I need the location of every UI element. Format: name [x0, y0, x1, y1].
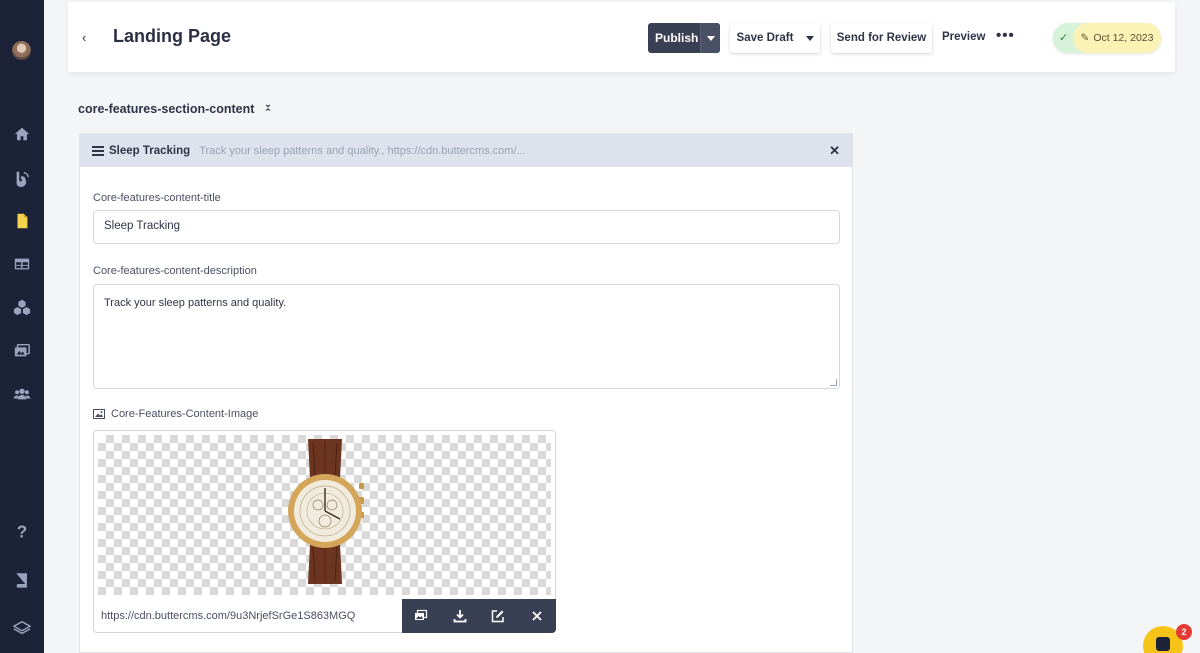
back-button[interactable]: ‹ — [82, 30, 94, 46]
description-field-label: Core-features-content-description — [93, 265, 257, 277]
image-uploader: https://cdn.buttercms.com/9u3NrjefSrGe1S… — [93, 430, 556, 633]
image-preview[interactable] — [98, 435, 551, 595]
description-textarea[interactable]: Track your sleep patterns and quality. — [93, 284, 840, 389]
collections-icon[interactable] — [12, 254, 32, 274]
home-icon[interactable] — [12, 124, 32, 144]
repeater-item-summary: Track your sleep patterns and quality., … — [199, 144, 526, 157]
page-header: ‹ Landing Page Publish Save Draft Send f… — [68, 2, 1175, 72]
drag-handle-icon[interactable] — [92, 145, 104, 156]
chevron-down-icon — [706, 35, 715, 41]
chevron-down-icon — [806, 35, 814, 41]
repeater-item: Sleep Tracking Track your sleep patterns… — [79, 133, 853, 653]
blog-icon[interactable] — [12, 168, 32, 188]
edit-icon[interactable] — [479, 599, 518, 633]
more-options-icon[interactable]: ••• — [996, 27, 1015, 44]
repeater-item-header[interactable]: Sleep Tracking Track your sleep patterns… — [80, 134, 852, 167]
check-icon: ✓ — [1059, 32, 1069, 44]
svg-text:?: ? — [17, 522, 27, 540]
scheduled-date-button[interactable]: ✎ Oct 12, 2023 — [1073, 23, 1161, 53]
media-icon[interactable] — [12, 341, 32, 361]
description-text: Track your sleep patterns and quality. — [104, 297, 287, 309]
watch-image — [288, 439, 364, 584]
book-icon[interactable] — [12, 570, 32, 590]
save-draft-button[interactable]: Save Draft — [730, 23, 820, 53]
title-input[interactable]: Sleep Tracking — [93, 210, 840, 244]
image-icon — [93, 409, 105, 419]
users-icon[interactable] — [12, 384, 32, 404]
components-icon[interactable] — [12, 297, 32, 317]
send-for-review-button[interactable]: Send for Review — [831, 23, 932, 53]
image-field-label-row: Core-Features-Content-Image — [93, 408, 258, 420]
preview-button[interactable]: Preview — [942, 31, 985, 43]
title-field-label: Core-features-content-title — [93, 192, 221, 204]
date-label: Oct 12, 2023 — [1093, 32, 1154, 44]
remove-image-icon[interactable] — [518, 599, 557, 633]
download-icon[interactable] — [441, 599, 480, 633]
publish-dropdown-button[interactable] — [700, 23, 720, 53]
layers-icon[interactable] — [12, 618, 32, 638]
pencil-icon: ✎ — [1080, 32, 1090, 44]
help-icon[interactable]: ? — [12, 521, 32, 541]
user-avatar[interactable] — [12, 41, 31, 60]
image-field-label: Core-Features-Content-Image — [111, 408, 259, 420]
sidebar: ? — [0, 0, 44, 653]
chat-icon — [1156, 637, 1170, 651]
publish-button[interactable]: Publish — [648, 23, 720, 53]
image-actions-toolbar — [402, 599, 556, 633]
gallery-icon[interactable] — [402, 599, 441, 633]
save-draft-label: Save Draft — [736, 32, 794, 44]
notification-badge: 2 — [1176, 624, 1192, 640]
image-url-input[interactable]: https://cdn.buttercms.com/9u3NrjefSrGe1S… — [94, 599, 402, 633]
chat-widget-button[interactable]: 2 — [1143, 624, 1192, 653]
pages-icon[interactable] — [12, 211, 32, 231]
save-draft-dropdown-button[interactable] — [800, 23, 820, 53]
page-title: Landing Page — [113, 26, 232, 46]
collapse-toggle-icon[interactable]: ⌄ ⌃ — [262, 100, 274, 118]
publish-label: Publish — [655, 31, 699, 45]
section-title: core-features-section-content — [78, 102, 255, 116]
repeater-item-name: Sleep Tracking — [109, 144, 191, 157]
remove-item-icon[interactable]: ✕ — [829, 143, 840, 159]
resize-handle-icon[interactable] — [830, 379, 837, 386]
